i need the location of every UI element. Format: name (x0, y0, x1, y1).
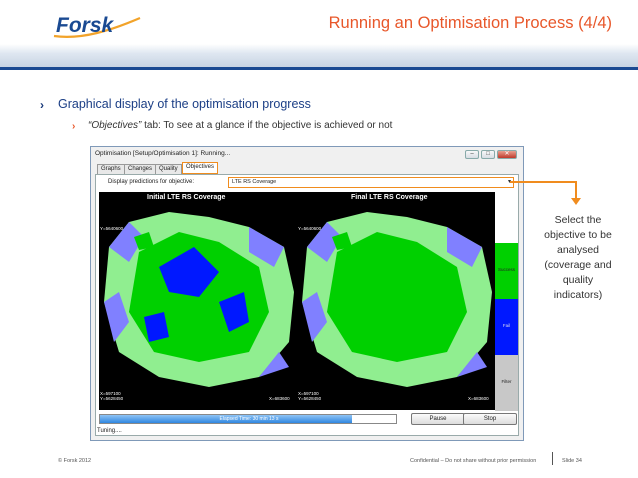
footer-separator (552, 452, 553, 465)
bullet-sub-italic: “Objectives” (88, 120, 142, 131)
header-line (0, 67, 638, 70)
callout-line: (coverage and (544, 259, 612, 271)
legend-success-label: Success (497, 267, 515, 272)
close-button[interactable]: ✕ (497, 150, 517, 159)
callout-line: indicators) (553, 289, 603, 301)
final-y-top: Y=5640600 (298, 226, 322, 231)
coverage-maps-graphic (104, 212, 492, 387)
objective-select[interactable]: LTE RS Coverage ▾ (228, 177, 514, 188)
final-y-bottom-left: Y=5628450 (298, 396, 322, 401)
header-band (0, 44, 638, 67)
legend-fail-label: Fail (502, 323, 511, 328)
callout-line: analysed (556, 244, 600, 256)
callout-line: Select the (554, 214, 602, 226)
callout-line: quality (562, 274, 594, 286)
window-title: Optimisation [Setup/Optimisation 1]: Run… (95, 150, 231, 157)
legend-fail: Fail (495, 299, 518, 355)
initial-map-title: Initial LTE RS Coverage (147, 194, 226, 201)
legend-success: Success (495, 243, 518, 299)
final-map-title: Final LTE RS Coverage (351, 194, 428, 201)
initial-y-bottom-left: Y=5628450 (100, 396, 124, 401)
callout-line-horizontal (510, 181, 576, 183)
initial-y-top: Y=5640600 (100, 226, 124, 231)
status-text: Tuning.... (97, 428, 122, 434)
stop-button[interactable]: Stop (463, 413, 517, 425)
legend-filter: Filter (495, 355, 518, 411)
svg-text:Forsk: Forsk (56, 14, 115, 37)
tab-objectives[interactable]: Objectives (182, 162, 219, 174)
bullet-chevron-icon: › (40, 98, 44, 112)
final-x-bottom-right: X=683600 (468, 396, 489, 401)
bullet-sub-rest: tab: To see at a glance if the objective… (141, 120, 393, 131)
coverage-map-area: Initial LTE RS Coverage Final LTE RS Cov… (99, 192, 495, 410)
footer-slide-number: Slide 34 (562, 458, 582, 464)
elapsed-time-text: Elapsed Time: 30 min 13 s (219, 416, 279, 422)
footer-confidential: Confidential – Do not share without prio… (410, 458, 537, 464)
footer-copyright: © Forsk 2012 (58, 458, 92, 464)
callout-arrow-icon (571, 198, 581, 205)
initial-x-bottom-right: X=683600 (269, 396, 290, 401)
objectives-panel: Display predictions for objective: LTE R… (95, 174, 519, 436)
tab-quality[interactable]: Quality (155, 164, 182, 174)
elapsed-progress-bar: Elapsed Time: 30 min 13 s (99, 414, 397, 424)
maximize-button[interactable]: □ (481, 150, 495, 159)
objective-label: Display predictions for objective: (108, 179, 195, 185)
tab-graphs[interactable]: Graphs (97, 164, 125, 174)
tab-changes[interactable]: Changes (124, 164, 157, 174)
bullet-sub: “Objectives” tab: To see at a glance if … (88, 120, 392, 131)
callout-line: objective to be (544, 229, 612, 241)
minimize-button[interactable]: – (465, 150, 479, 159)
slide-title: Running an Optimisation Process (4/4) (328, 14, 612, 32)
objective-select-value: LTE RS Coverage (232, 179, 277, 185)
bullet-main: Graphical display of the optimisation pr… (58, 97, 311, 111)
optimisation-window: Optimisation [Setup/Optimisation 1]: Run… (90, 146, 524, 441)
pause-button[interactable]: Pause (411, 413, 465, 425)
forsk-logo: Forsk (52, 10, 142, 44)
legend-filter-label: Filter (501, 379, 512, 384)
sub-bullet-chevron-icon: › (72, 121, 76, 132)
callout-text: Select the objective to be analysed (cov… (536, 213, 620, 303)
